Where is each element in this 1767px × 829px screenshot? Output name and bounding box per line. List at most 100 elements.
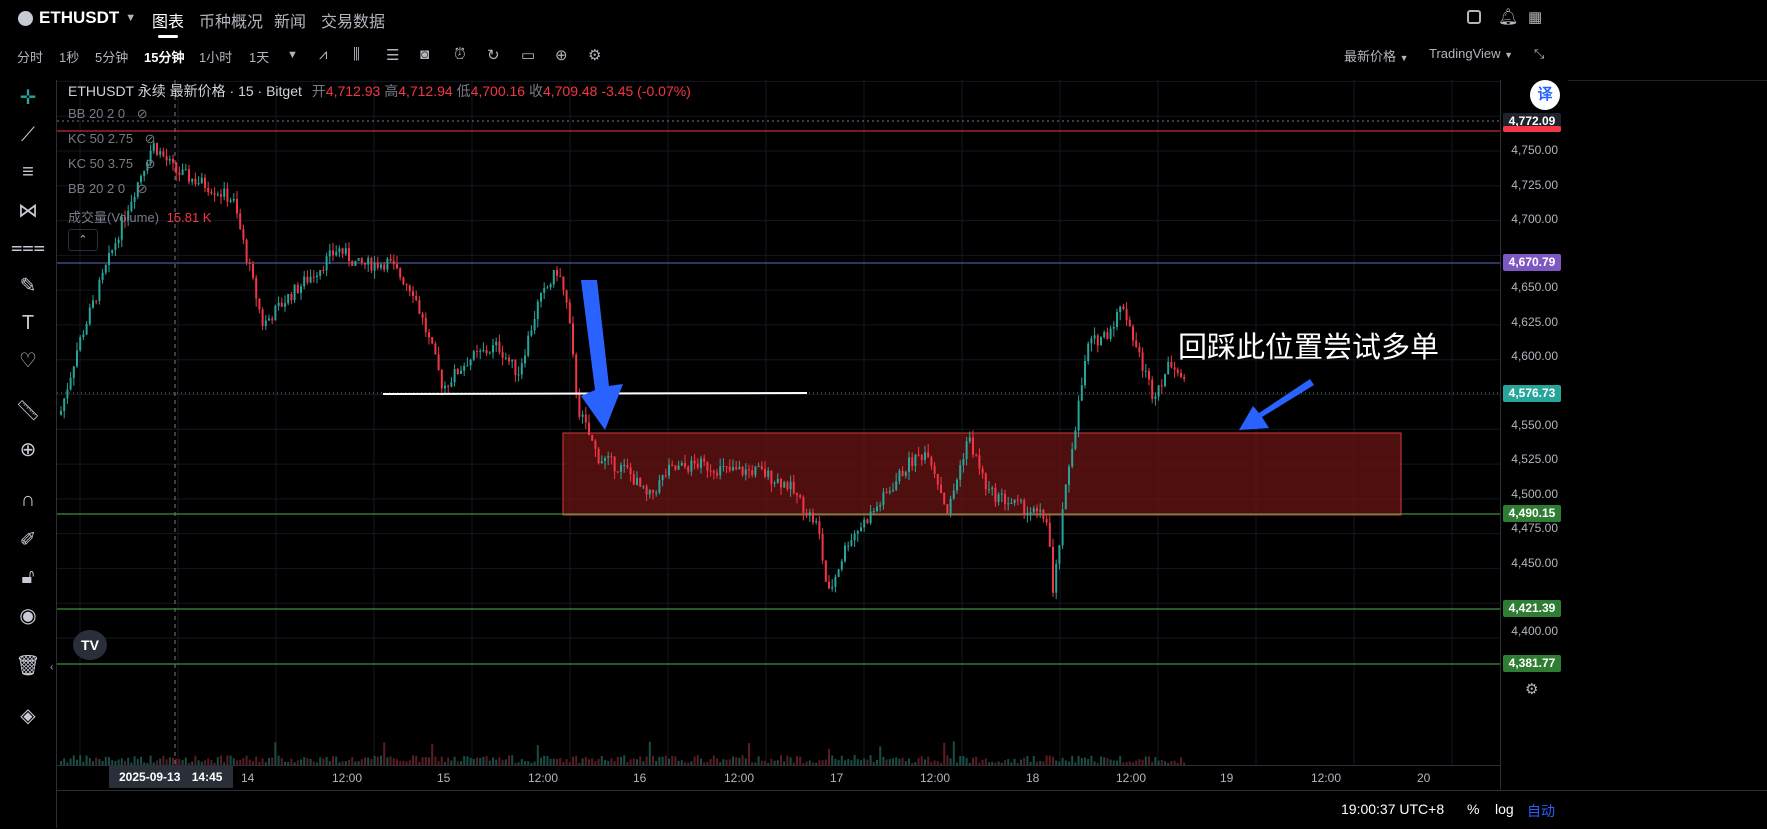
tf-15m[interactable]: 15分钟	[144, 47, 184, 66]
candle-body	[60, 410, 62, 415]
candle-body	[1068, 466, 1070, 485]
crosshair-icon[interactable]: ✛	[13, 82, 43, 112]
candlestick-chart[interactable]	[57, 80, 1500, 790]
replay-icon[interactable]: ↻	[487, 46, 500, 64]
log-toggle[interactable]: log	[1495, 801, 1514, 817]
indicator-bb-1[interactable]: BB 20 2 0 ⊘	[68, 106, 148, 122]
volume-bar	[959, 756, 962, 765]
tab-news[interactable]: 新闻	[274, 8, 306, 32]
collapse-legend-button[interactable]: ⌃	[68, 229, 98, 251]
scale-settings-icon[interactable]: ⚙	[1525, 680, 1538, 698]
volume-bar	[1052, 756, 1054, 765]
candle-body	[383, 264, 386, 270]
volume-bar	[895, 757, 898, 765]
indicators-icon[interactable]: ⩘	[319, 46, 327, 63]
bell-icon[interactable]: 🔔︎	[1498, 7, 1518, 27]
eye-off-icon[interactable]: ⊘	[137, 181, 148, 196]
percent-toggle[interactable]: %	[1467, 801, 1479, 817]
auto-toggle[interactable]: 自动	[1527, 801, 1555, 821]
candle-body	[863, 519, 866, 528]
compare-icon[interactable]: ☰	[386, 46, 399, 64]
candle-body	[591, 435, 594, 441]
ruler-icon[interactable]: 📏︎	[13, 395, 43, 425]
candle-body	[892, 489, 894, 492]
eye-off-icon[interactable]: ⊘	[137, 106, 148, 121]
pointer-arrow[interactable]	[1239, 379, 1314, 430]
platform-selector[interactable]: TradingView ▼	[1429, 46, 1513, 61]
alarm-icon[interactable]: ⏰︎	[454, 46, 466, 63]
candle-body	[866, 519, 869, 524]
annotation-text[interactable]: 回踩此位置尝试多单	[1178, 324, 1439, 366]
candle-body	[1128, 320, 1131, 327]
candle-body	[469, 359, 472, 366]
price-type-selector[interactable]: 最新价格 ▼	[1344, 46, 1409, 65]
volume-bar	[149, 755, 152, 765]
candles-icon[interactable]: ⫼	[353, 46, 360, 63]
collapse-toolbar-icon[interactable]: ‹	[50, 662, 53, 673]
volume-bar	[591, 758, 594, 765]
text-icon[interactable]: T	[13, 308, 43, 338]
candle-body	[82, 334, 85, 338]
tf-tick[interactable]: 分时	[17, 47, 43, 66]
book-icon[interactable]	[1467, 10, 1481, 24]
translate-badge[interactable]: 译	[1530, 80, 1560, 110]
candle-body	[1167, 361, 1170, 375]
fullscreen-icon[interactable]: ⤡	[1534, 46, 1544, 62]
tf-1s[interactable]: 1秒	[59, 47, 79, 66]
timeframe-dropdown-icon[interactable]: ▼	[287, 49, 298, 61]
volume-legend[interactable]: 成交量(Volume) 15.81 K	[68, 207, 211, 226]
symbol-selector[interactable]: ETHUSDT ▼	[18, 8, 136, 28]
trendline-icon[interactable]: ⟋	[13, 120, 43, 150]
pattern-icon[interactable]: ⋈	[13, 195, 43, 225]
volume-bar	[434, 756, 437, 765]
zoom-icon[interactable]: ⊕	[13, 434, 43, 464]
indicator-bb-2[interactable]: BB 20 2 0 ⊘	[68, 181, 148, 197]
tf-1h[interactable]: 1小时	[199, 47, 232, 66]
volume-bar	[927, 756, 930, 765]
price-scale[interactable]: 4,750.00 4,725.00 4,700.00 4,650.00 4,62…	[1500, 80, 1568, 790]
volume-bar	[639, 756, 642, 765]
eye-off-icon[interactable]: ⊘	[145, 131, 156, 146]
grid-icon[interactable]: ▦	[1528, 8, 1542, 26]
tab-chart[interactable]: 图表	[152, 8, 184, 38]
chart-pane[interactable]	[57, 80, 1500, 790]
camera-icon[interactable]: ◙	[420, 46, 429, 63]
tab-trade-data[interactable]: 交易数据	[321, 8, 385, 32]
candle-body	[504, 357, 507, 359]
fib-icon[interactable]: ≡	[13, 157, 43, 187]
candle-body	[226, 188, 229, 202]
volume-bar	[271, 757, 274, 765]
tab-overview[interactable]: 币种概况	[199, 8, 263, 32]
layers-icon[interactable]: ◈	[13, 700, 43, 730]
heart-icon[interactable]: ♡	[13, 345, 43, 375]
down-arrow[interactable]	[581, 280, 623, 430]
trash-icon[interactable]: 🗑︎	[13, 650, 43, 680]
add-icon[interactable]: ⊕	[555, 46, 568, 64]
candle-body	[568, 302, 571, 324]
time-scale[interactable]: 2025-09-13 14:45 14 12:00 15 12:00 16 12…	[57, 765, 1500, 791]
forecast-icon[interactable]: ⩶	[11, 232, 45, 262]
lock-draw-icon[interactable]: ✐	[13, 524, 43, 554]
candle-body	[930, 457, 933, 466]
candle-body	[245, 239, 248, 263]
candle-body	[610, 456, 613, 458]
clock[interactable]: 19:00:37 UTC+8	[1341, 801, 1444, 817]
candle-body	[1061, 509, 1064, 546]
candle-body	[405, 284, 408, 286]
indicator-kc-1[interactable]: KC 50 2.75 ⊘	[68, 131, 156, 147]
tf-5m[interactable]: 5分钟	[95, 47, 128, 66]
tf-1d[interactable]: 1天	[249, 47, 269, 66]
calendar-icon[interactable]: ▭	[521, 46, 535, 64]
brush-icon[interactable]: ✎	[13, 270, 43, 300]
eye-off-icon[interactable]: ⊘	[145, 156, 156, 171]
lock-icon[interactable]: 🔓︎	[13, 562, 43, 592]
settings-icon[interactable]: ⚙	[588, 46, 601, 64]
tradingview-logo[interactable]: TV	[73, 630, 107, 660]
candle-body	[840, 561, 843, 570]
candle-body	[380, 264, 382, 268]
indicator-kc-2[interactable]: KC 50 3.75 ⊘	[68, 156, 156, 172]
magnet-icon[interactable]: ∩	[13, 485, 43, 515]
eye-icon[interactable]: ◉	[13, 600, 43, 630]
candle-body	[322, 269, 325, 271]
candle-body	[1039, 510, 1042, 512]
